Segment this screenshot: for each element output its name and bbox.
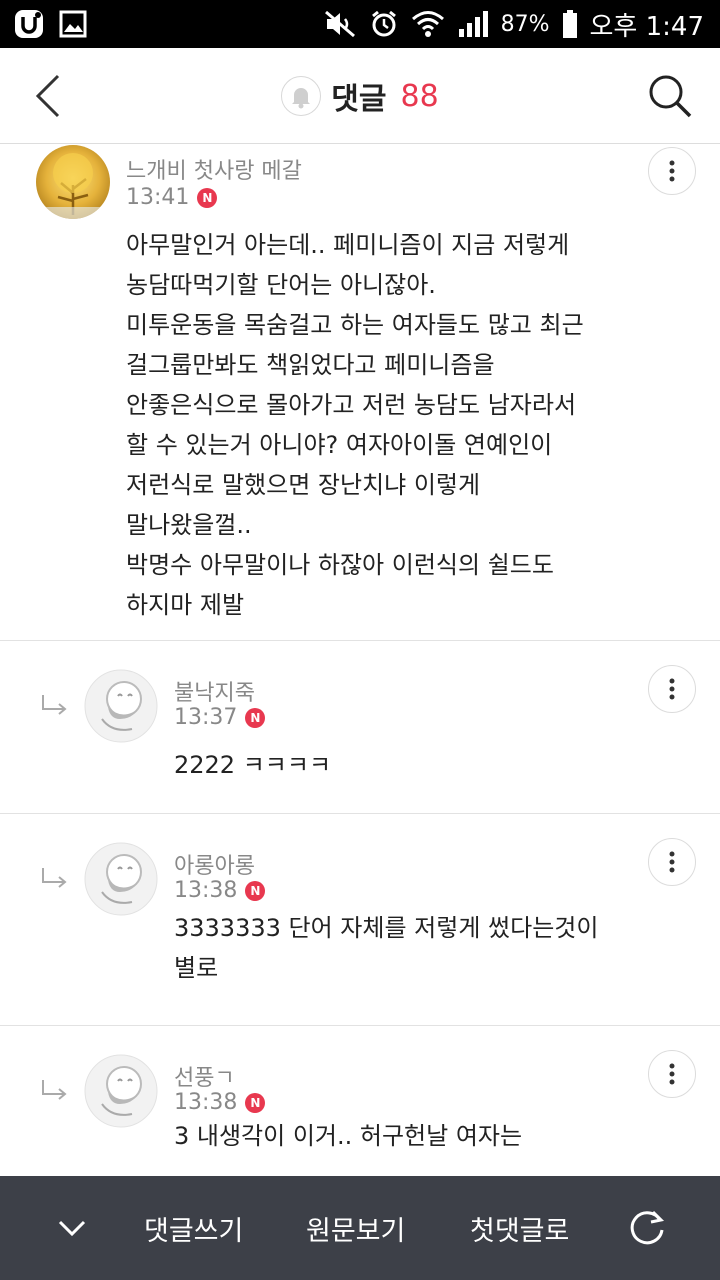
- wifi-icon: [411, 11, 444, 37]
- header: 댓글 88: [0, 48, 720, 144]
- more-vertical-icon: [669, 851, 675, 873]
- more-options-button[interactable]: [648, 665, 696, 713]
- status-bar: 87% 오후 1:47: [0, 0, 720, 48]
- reply-time: 13:37: [174, 705, 238, 730]
- battery-icon: [562, 10, 577, 38]
- reply-arrow-icon: [42, 1080, 67, 1100]
- reply-arrow-icon: [42, 695, 67, 715]
- app-u-icon: [15, 10, 43, 38]
- view-original-button[interactable]: 원문보기: [306, 1176, 405, 1280]
- reply-time: 13:38: [174, 878, 238, 903]
- reply-body: 3333333 단어 자체를 저렇게 썼다는것이 별로: [174, 914, 599, 982]
- reply-body: 2222 ㅋㅋㅋㅋ: [174, 751, 332, 779]
- reply-nickname[interactable]: 불낙지죽: [174, 675, 255, 707]
- comment-item: 느개비 첫사랑 메갈 13:41 N 아무말인거 아는데.. 페미니즘이 지금 …: [0, 145, 720, 641]
- write-comment-button[interactable]: 댓글쓰기: [144, 1176, 243, 1280]
- avatar[interactable]: [84, 1054, 158, 1128]
- avatar[interactable]: [84, 842, 158, 916]
- more-vertical-icon: [669, 1063, 675, 1085]
- page-title: 댓글: [331, 82, 387, 117]
- reply-nickname[interactable]: 아롱아롱: [174, 848, 255, 880]
- battery-percent: 87%: [500, 11, 550, 37]
- reply-time: 13:38: [174, 1090, 238, 1115]
- reply-item: 선풍ㄱ 13:38 N 3 내생각이 이거.. 허구헌날 여자는: [0, 1026, 720, 1176]
- avatar[interactable]: [84, 669, 158, 743]
- new-badge: N: [245, 880, 266, 901]
- bell-icon[interactable]: [281, 76, 322, 116]
- signal-icon: [458, 11, 488, 37]
- mute-icon: [324, 10, 355, 38]
- comment-body: 아무말인거 아는데.. 페미니즘이 지금 저렇게 농담따먹기할 단어는 아니잖아…: [126, 231, 584, 619]
- comment-nickname[interactable]: 느개비 첫사랑 메갈: [126, 153, 302, 185]
- new-badge: N: [245, 707, 266, 728]
- chevron-down-icon[interactable]: [54, 1212, 90, 1242]
- new-badge: N: [197, 187, 218, 208]
- reply-item: 불낙지죽 13:37 N 2222 ㅋㅋㅋㅋ: [0, 641, 720, 814]
- more-vertical-icon: [669, 160, 675, 182]
- first-comment-button[interactable]: 첫댓글로: [470, 1176, 569, 1280]
- bottom-toolbar: 댓글쓰기 원문보기 첫댓글로: [0, 1176, 720, 1280]
- clock: 오후 1:47: [589, 11, 705, 42]
- comment-list[interactable]: 느개비 첫사랑 메갈 13:41 N 아무말인거 아는데.. 페미니즘이 지금 …: [0, 145, 720, 1176]
- comment-count: 88: [400, 78, 439, 114]
- search-icon[interactable]: [644, 70, 696, 122]
- reply-arrow-icon: [42, 868, 67, 888]
- more-options-button[interactable]: [648, 838, 696, 886]
- avatar[interactable]: [36, 145, 110, 219]
- more-options-button[interactable]: [648, 1050, 696, 1098]
- comment-time: 13:41: [126, 185, 190, 210]
- more-vertical-icon: [669, 678, 675, 700]
- reply-item: 아롱아롱 13:38 N 3333333 단어 자체를 저렇게 썼다는것이 별로: [0, 814, 720, 1026]
- reply-nickname[interactable]: 선풍ㄱ: [174, 1060, 235, 1092]
- alarm-icon: [371, 10, 396, 37]
- reply-body: 3 내생각이 이거.. 허구헌날 여자는: [174, 1122, 523, 1150]
- new-badge: N: [245, 1092, 266, 1113]
- refresh-icon[interactable]: [626, 1206, 668, 1248]
- more-options-button[interactable]: [648, 147, 696, 195]
- image-icon: [59, 10, 87, 38]
